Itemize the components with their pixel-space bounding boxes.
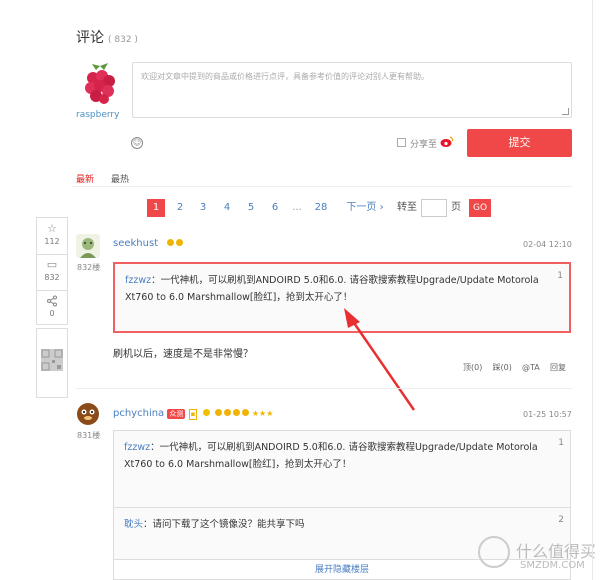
quote-username[interactable]: 耽头 xyxy=(124,519,143,530)
watermark-sub: SMZDM.COM xyxy=(520,560,585,571)
floating-sidebar: ☆ 112 ▭ 832 0 xyxy=(36,217,68,325)
comment-divider xyxy=(76,388,572,389)
level-moon-icon xyxy=(176,239,184,246)
emoji-icon[interactable]: ☺ xyxy=(131,137,143,149)
annotation-arrow xyxy=(344,308,416,411)
comment-actions: 顶(0) 踩(0) @TA 回复 xyxy=(463,362,566,373)
comment-icon: ▭ xyxy=(46,258,58,271)
downvote-link[interactable]: 踩(0) xyxy=(493,363,512,372)
quote-floor-number: 1 xyxy=(557,271,563,281)
comment-username[interactable]: pchychina 众测 ▪ ★★★ xyxy=(113,408,273,420)
floor-number: 831楼 xyxy=(77,431,101,440)
goto-prefix: 转至 xyxy=(397,202,417,213)
composer-username[interactable]: raspberry xyxy=(76,110,119,120)
level-star-icon: ★ xyxy=(251,409,260,418)
like-count: 112 xyxy=(44,237,60,246)
goto-page-input[interactable] xyxy=(421,199,447,217)
page-28[interactable]: 28 xyxy=(311,199,331,217)
comment-textarea[interactable]: 欢迎对文章中提到的商品或价格进行点评，具备参考价值的评论对别人更有帮助。 xyxy=(132,62,572,118)
page-3[interactable]: 3 xyxy=(195,199,211,217)
star-icon: ☆ xyxy=(47,222,57,235)
raspberry-avatar xyxy=(78,62,122,106)
crowdtest-badge: 众测 xyxy=(167,409,186,419)
level-moon-icon xyxy=(241,409,249,416)
goto-suffix: 页 xyxy=(451,202,461,213)
comment-body: 刷机以后，速度是不是非常慢？ xyxy=(113,349,253,360)
level-star-icon: ★ xyxy=(266,409,274,418)
weibo-icon[interactable] xyxy=(440,136,454,148)
level-moon-icon xyxy=(223,409,231,416)
page-1[interactable]: 1 xyxy=(147,199,165,217)
tab-hottest[interactable]: 最热 xyxy=(111,172,129,185)
upvote-link[interactable]: 顶(0) xyxy=(463,363,482,372)
qr-code-icon xyxy=(41,349,63,371)
comment-count: 832 xyxy=(44,273,60,282)
medal-icon: ▪ xyxy=(188,409,198,420)
share-label: 分享至 xyxy=(410,140,438,150)
submit-button[interactable]: 提交 xyxy=(467,129,572,157)
quote-username[interactable]: fzzwz xyxy=(125,275,151,286)
quote-text: ：一代神机，可以刷机到ANDOIRD 5.0和6.0. 请谷歌搜索教程Upgra… xyxy=(124,442,538,470)
page-edge xyxy=(592,0,593,580)
sidebar-comment[interactable]: ▭ 832 xyxy=(37,254,67,290)
comment-date: 01-25 10:57 xyxy=(523,410,572,419)
mention-link[interactable]: @TA xyxy=(522,363,540,372)
page-ellipsis: ... xyxy=(292,202,302,213)
watermark-title: 什么值得买 xyxy=(516,542,597,561)
next-page-link[interactable]: 下一页 › xyxy=(343,199,387,217)
comment-placeholder: 欢迎对文章中提到的商品或价格进行点评，具备参考价值的评论对别人更有帮助。 xyxy=(141,72,429,81)
comment-username[interactable]: seekhust xyxy=(113,238,184,249)
level-sun-icon xyxy=(202,409,210,416)
level-moon-icon xyxy=(232,409,240,416)
share-icon xyxy=(46,295,58,307)
level-moon-icon xyxy=(167,239,175,246)
quote-username[interactable]: fzzwz xyxy=(124,442,150,453)
go-button[interactable]: GO xyxy=(469,199,491,217)
sidebar-like[interactable]: ☆ 112 xyxy=(37,218,67,254)
comment-username-text: pchychina xyxy=(113,408,165,419)
quote-text: ：请问下载了这个镜像没？能共享下吗 xyxy=(143,519,305,530)
sidebar-share[interactable]: 0 xyxy=(37,290,67,326)
comments-heading: 评论 xyxy=(76,30,104,46)
quote-floor-number: 1 xyxy=(558,438,564,448)
page-2[interactable]: 2 xyxy=(172,199,188,217)
quoted-comment: 1 fzzwz：一代神机，可以刷机到ANDOIRD 5.0和6.0. 请谷歌搜索… xyxy=(113,430,571,508)
smzdm-logo-icon xyxy=(478,536,510,568)
comment-username-text: seekhust xyxy=(113,238,159,249)
tab-newest[interactable]: 最新 xyxy=(76,172,94,185)
floor-number: 832楼 xyxy=(77,263,101,272)
share-count: 0 xyxy=(49,309,55,318)
sort-divider xyxy=(72,186,572,187)
quote-text: ：一代神机，可以刷机到ANDOIRD 5.0和6.0. 请谷歌搜索教程Upgra… xyxy=(125,275,539,303)
level-moon-icon xyxy=(214,409,222,416)
reply-link[interactable]: 回复 xyxy=(550,363,566,372)
share-checkbox[interactable] xyxy=(397,138,406,147)
page-6[interactable]: 6 xyxy=(267,199,283,217)
commenter-avatar[interactable] xyxy=(76,234,100,261)
page-4[interactable]: 4 xyxy=(219,199,235,217)
comments-count: ( 832 ) xyxy=(108,35,138,45)
qr-code-panel[interactable] xyxy=(36,328,68,398)
commenter-avatar[interactable] xyxy=(76,402,100,429)
comments-title: 评论 ( 832 ) xyxy=(76,27,138,47)
resize-handle[interactable] xyxy=(562,108,569,115)
page-5[interactable]: 5 xyxy=(243,199,259,217)
quote-floor-number: 2 xyxy=(558,515,564,525)
comment-date: 02-04 12:10 xyxy=(523,240,572,249)
